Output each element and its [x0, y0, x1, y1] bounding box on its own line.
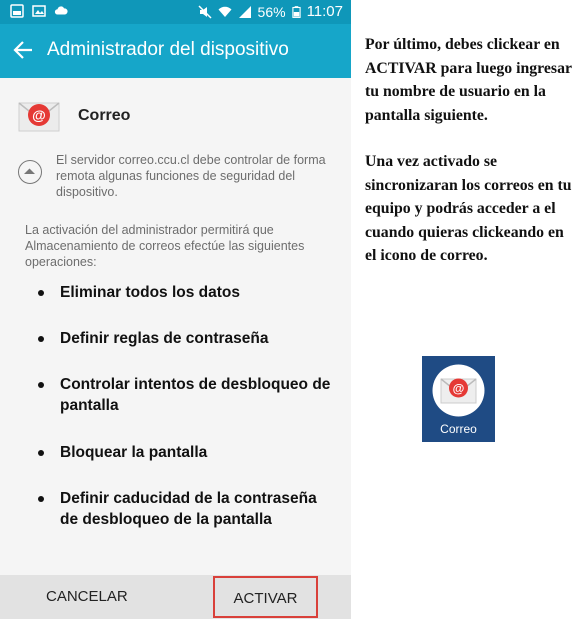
- launcher-mail-icon: @ Correo: [422, 356, 495, 442]
- back-arrow-icon[interactable]: [12, 38, 34, 62]
- clock: 11:07: [306, 3, 343, 20]
- battery-percent: 56%: [257, 3, 286, 20]
- page-title: Administrador del dispositivo: [47, 39, 289, 60]
- activate-button[interactable]: ACTIVAR: [213, 576, 318, 618]
- battery-icon: [291, 5, 301, 18]
- app-name: Correo: [78, 107, 131, 124]
- phone-screen: 56% 11:07 Administrador del dispositivo …: [0, 0, 351, 619]
- intro-text: La activación del administrador permitir…: [25, 223, 305, 269]
- cloud-icon: [54, 6, 68, 15]
- operation-item: Definir reglas de contraseña: [38, 328, 268, 349]
- expand-up-icon[interactable]: [18, 160, 42, 184]
- svg-text:@: @: [453, 382, 465, 396]
- mute-icon: [198, 4, 212, 19]
- action-bar: CANCELAR ACTIVAR: [0, 575, 351, 619]
- info-text: El servidor correo.ccu.cl debe controlar…: [56, 153, 326, 199]
- image-icon: [32, 5, 46, 17]
- svg-text:@: @: [32, 107, 46, 123]
- operation-item: Eliminar todos los datos: [38, 282, 240, 303]
- operation-item: Bloquear la pantalla: [38, 442, 207, 463]
- app-bar: Administrador del dispositivo: [0, 24, 351, 78]
- operation-item: Controlar intentos de desbloqueo de pant…: [38, 374, 338, 416]
- cancel-button[interactable]: CANCELAR: [46, 575, 128, 619]
- instruction-note: Por último, debes clickear en ACTIVAR pa…: [365, 33, 575, 268]
- operation-item: Definir caducidad de la contraseña de de…: [38, 488, 338, 530]
- instruction-paragraph: Una vez activado se sincronizaran los co…: [365, 153, 572, 264]
- launcher-icon-label: Correo: [440, 422, 477, 436]
- wifi-icon: [218, 6, 232, 17]
- status-bar: 56% 11:07: [0, 0, 351, 24]
- app-header: @ Correo: [16, 92, 130, 140]
- signal-icon: [238, 5, 251, 18]
- gallery-icon: [10, 4, 24, 18]
- mail-icon: @: [432, 364, 485, 417]
- mail-app-icon: @: [16, 93, 62, 139]
- instruction-paragraph: Por último, debes clickear en ACTIVAR pa…: [365, 36, 572, 124]
